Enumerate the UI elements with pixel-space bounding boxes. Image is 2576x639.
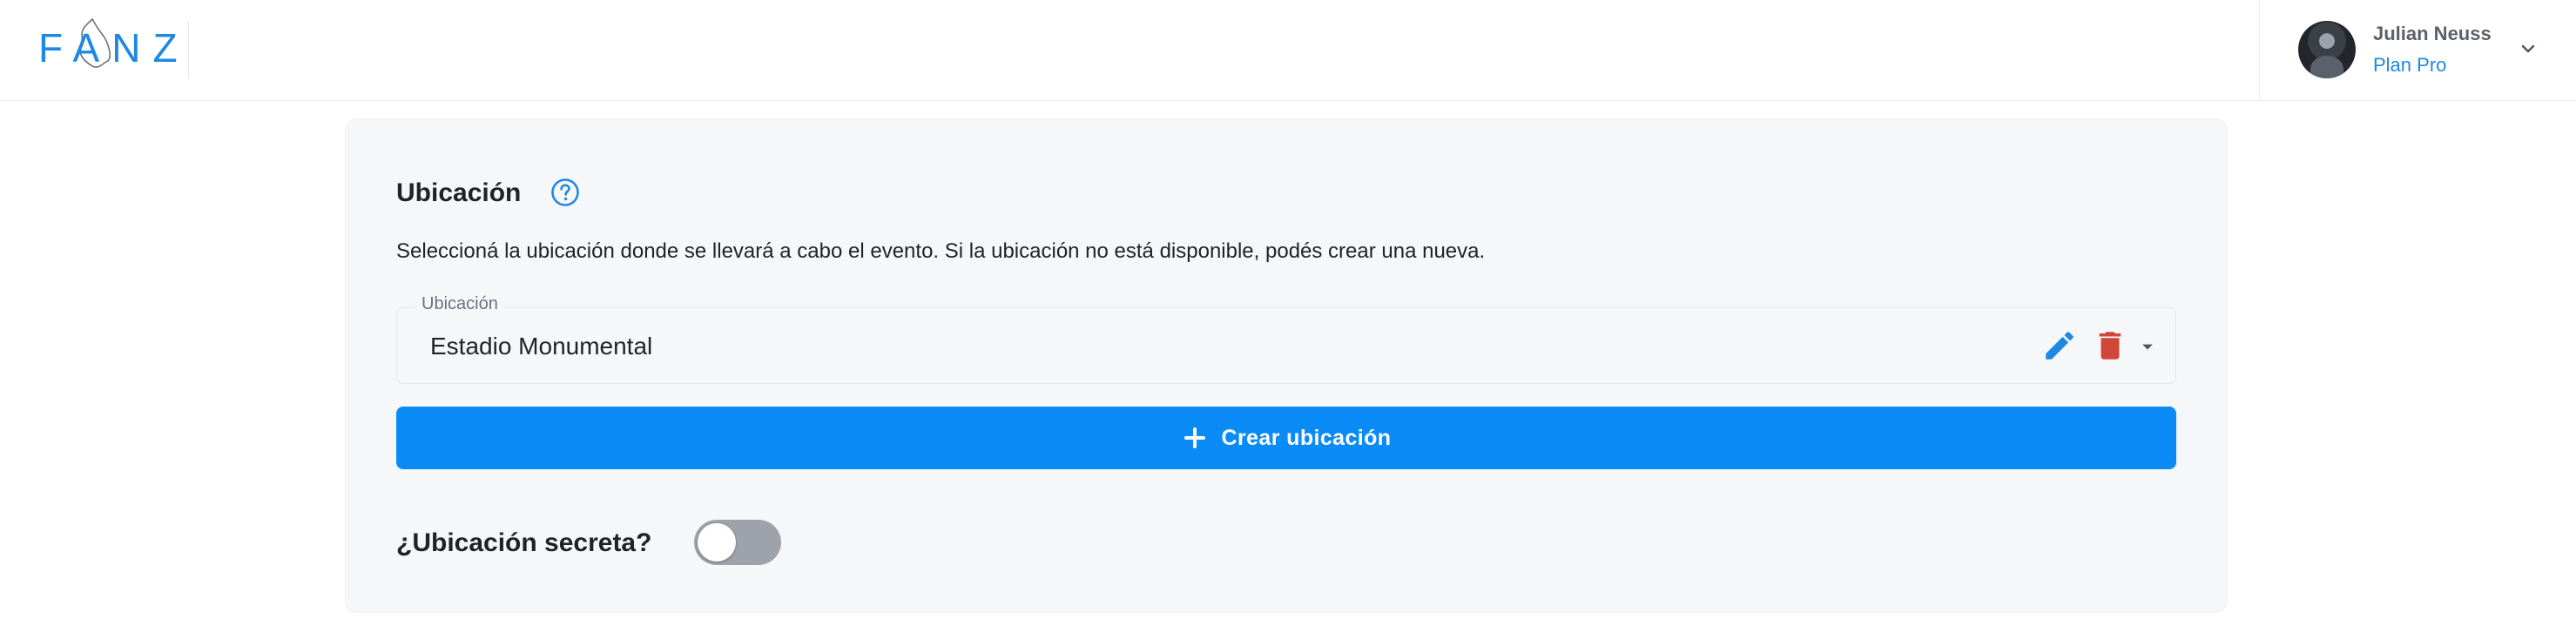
section-title: Ubicación	[396, 178, 522, 207]
location-select-label: Ubicación	[416, 294, 503, 314]
header-divider	[188, 21, 189, 78]
trash-icon[interactable]	[2092, 327, 2128, 364]
fanz-logo[interactable]: FANZ	[38, 16, 178, 82]
top-header: FANZ Julian Neuss Plan Pro	[0, 0, 2576, 101]
logo-text: FANZ	[38, 25, 190, 71]
section-description: Seleccioná la ubicación donde se llevará…	[396, 239, 1486, 263]
chevron-down-icon[interactable]	[2518, 38, 2539, 59]
create-location-label: Crear ubicación	[1221, 425, 1392, 450]
caret-down-icon[interactable]	[2135, 334, 2160, 359]
help-circle-icon[interactable]	[550, 177, 581, 208]
secret-location-toggle[interactable]	[694, 520, 781, 565]
user-plan: Plan Pro	[2373, 54, 2447, 76]
pencil-icon[interactable]	[2041, 327, 2078, 364]
user-name: Julian Neuss	[2373, 23, 2492, 44]
user-avatar[interactable]	[2298, 21, 2356, 78]
plus-icon	[1183, 427, 1205, 448]
location-card: Ubicación Seleccioná la ubicación donde …	[345, 118, 2228, 613]
location-select-value: Estadio Monumental	[430, 333, 653, 360]
location-select[interactable]: Ubicación Estadio Monumental	[396, 294, 2176, 384]
toggle-knob[interactable]	[698, 523, 736, 562]
create-location-button[interactable]: Crear ubicación	[396, 407, 2176, 469]
secret-location-label: ¿Ubicación secreta?	[396, 528, 652, 557]
user-menu[interactable]: Julian Neuss Plan Pro	[2259, 0, 2576, 101]
